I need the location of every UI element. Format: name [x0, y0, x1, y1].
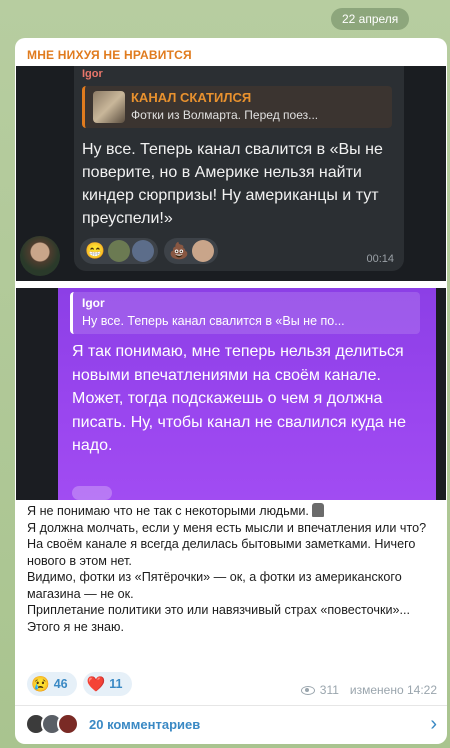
message-card: Igor Ну все. Теперь канал свалится в «Вы…	[58, 288, 436, 500]
view-count: 311	[319, 683, 339, 697]
post-meta: 311 изменено 14:22	[300, 683, 437, 697]
divider	[15, 705, 447, 706]
reaction-group: 💩	[164, 238, 218, 264]
eye-icon	[300, 685, 315, 695]
reaction-count: 11	[109, 677, 123, 691]
reply-snippet: Фотки из Волмарта. Перед поез...	[131, 108, 319, 122]
caption-line: Я должна молчать, если у меня есть мысли…	[27, 520, 427, 535]
message-time: 00:14	[366, 253, 394, 265]
channel-post: МНЕ НИХУЯ НЕ НРАВИТСЯ Igor КАНАЛ СКАТИЛС…	[15, 38, 447, 744]
sender-name: Igor	[82, 68, 103, 80]
reply-name: Igor	[82, 296, 105, 310]
reply-title: КАНАЛ СКАТИЛСЯ	[131, 90, 252, 105]
reply-preview: Igor Ну все. Теперь канал свалится в «Вы…	[70, 292, 420, 334]
reaction-button[interactable]: 😢 46	[27, 672, 77, 696]
reaction-button[interactable]: ❤️ 11	[82, 672, 132, 696]
reactions-row: 😁 💩	[80, 238, 218, 264]
screenshot-purple[interactable]: Igor Ну все. Теперь канал свалится в «Вы…	[16, 288, 446, 500]
comments-button[interactable]: 20 комментариев ›	[25, 708, 437, 740]
caption-line: Приплетание политики это или навязчивый …	[27, 603, 411, 634]
reaction-count: 46	[53, 677, 68, 691]
user-avatar-icon	[108, 240, 130, 262]
date-badge: 22 апреля	[331, 8, 410, 30]
heart-emoji-icon: ❤️	[86, 676, 106, 693]
poop-emoji-icon: 💩	[169, 243, 189, 260]
crying-emoji-icon: 😢	[31, 676, 50, 693]
message-text: Ну все. Теперь канал свалится в «Вы не п…	[82, 141, 383, 227]
chevron-right-icon: ›	[430, 712, 437, 735]
post-title: МНЕ НИХУЯ НЕ НРАВИТСЯ	[27, 48, 192, 62]
comments-label: 20 комментариев	[89, 716, 201, 732]
message-paragraph: Я так понимаю, мне теперь нельзя делитьс…	[72, 343, 404, 384]
user-avatar-icon	[192, 240, 214, 262]
message-paragraph: Может, тогда подскажешь о чем я должна п…	[72, 390, 406, 454]
message-text: Я так понимаю, мне теперь нельзя делитьс…	[72, 340, 417, 458]
caption-line: На своём канале я всегда делилась бытовы…	[27, 537, 416, 568]
caption-line: Видимо, фотки из «Пятёрочки» — ок, а фот…	[27, 570, 402, 601]
reaction-pill	[72, 486, 112, 500]
reply-snippet: Ну все. Теперь канал свалится в «Вы не п…	[82, 314, 345, 328]
user-avatar-icon	[132, 240, 154, 262]
reactions-row	[72, 486, 112, 500]
reaction-group: 😁	[80, 238, 158, 264]
reply-preview: КАНАЛ СКАТИЛСЯ Фотки из Волмарта. Перед …	[82, 86, 392, 128]
caption-line: Я не понимаю что не так с некоторыми люд…	[27, 504, 309, 518]
reply-thumbnail	[93, 91, 125, 123]
grin-emoji-icon: 😁	[85, 243, 105, 260]
edited-label: изменено 14:22	[349, 683, 437, 697]
post-reactions: 😢 46 ❤️ 11	[27, 672, 132, 696]
post-caption: Я не понимаю что не так с некоторыми люд…	[27, 503, 437, 635]
avatar	[20, 236, 60, 276]
screenshot-dark[interactable]: Igor КАНАЛ СКАТИЛСЯ Фотки из Волмарта. П…	[16, 66, 446, 281]
moai-emoji-icon	[312, 503, 325, 517]
message-card: Igor КАНАЛ СКАТИЛСЯ Фотки из Волмарта. П…	[74, 66, 404, 271]
commenter-avatar	[57, 713, 79, 735]
